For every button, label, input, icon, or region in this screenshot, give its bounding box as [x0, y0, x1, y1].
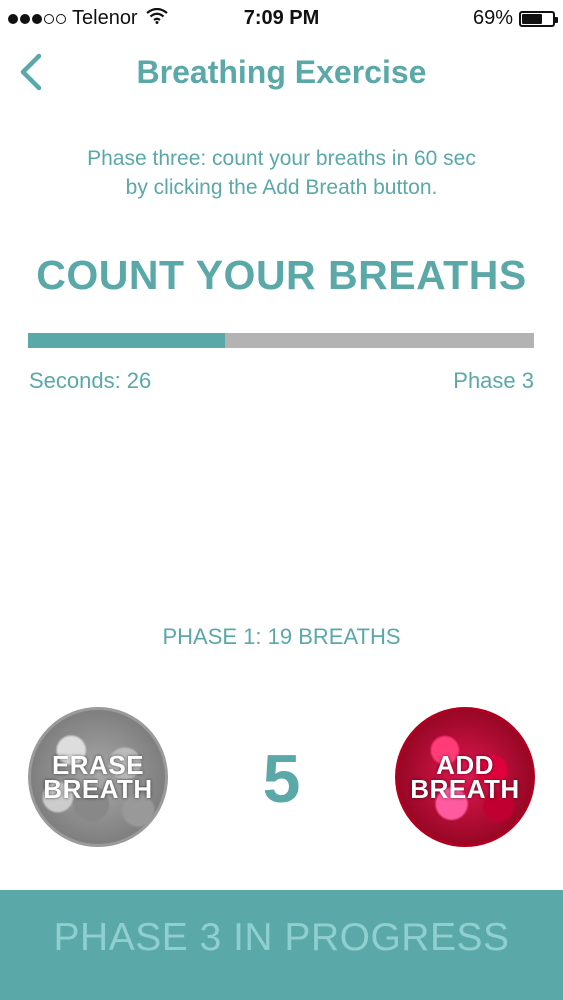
status-right: 69% — [472, 7, 558, 30]
instructions-line-2: by clicking the Add Breath button. — [125, 176, 438, 199]
page-title: Breathing Exercise — [136, 54, 427, 90]
navigation-bar: Breathing Exercise — [0, 38, 563, 110]
battery-icon — [519, 10, 558, 27]
instructions-text: Phase three: count your breaths in 60 se… — [30, 144, 533, 202]
phase-label: Phase 3 — [453, 368, 534, 393]
phase-status-footer: PHASE 3 IN PROGRESS — [0, 890, 563, 1000]
progress-bar — [28, 333, 534, 348]
add-label-line-2: BREATH — [410, 774, 520, 804]
add-breath-label: ADD BREATH — [410, 752, 520, 804]
phase-status-label: PHASE 3 IN PROGRESS — [53, 916, 510, 959]
seconds-readout: Seconds: 26 — [29, 368, 151, 394]
phase-summary: PHASE 1: 19 BREATHS — [162, 624, 401, 649]
headline: COUNT YOUR BREATHS — [36, 252, 527, 298]
instructions-line-1: Phase three: count your breaths in 60 se… — [87, 147, 476, 170]
status-bar: Telenor 7:09 PM 69% — [0, 0, 563, 38]
seconds-value: 26 — [126, 368, 152, 393]
battery-percent: 69% — [472, 7, 513, 29]
progress-fill — [28, 333, 226, 348]
add-breath-button[interactable]: ADD BREATH — [395, 707, 535, 847]
seconds-label: Seconds: — [29, 368, 121, 393]
